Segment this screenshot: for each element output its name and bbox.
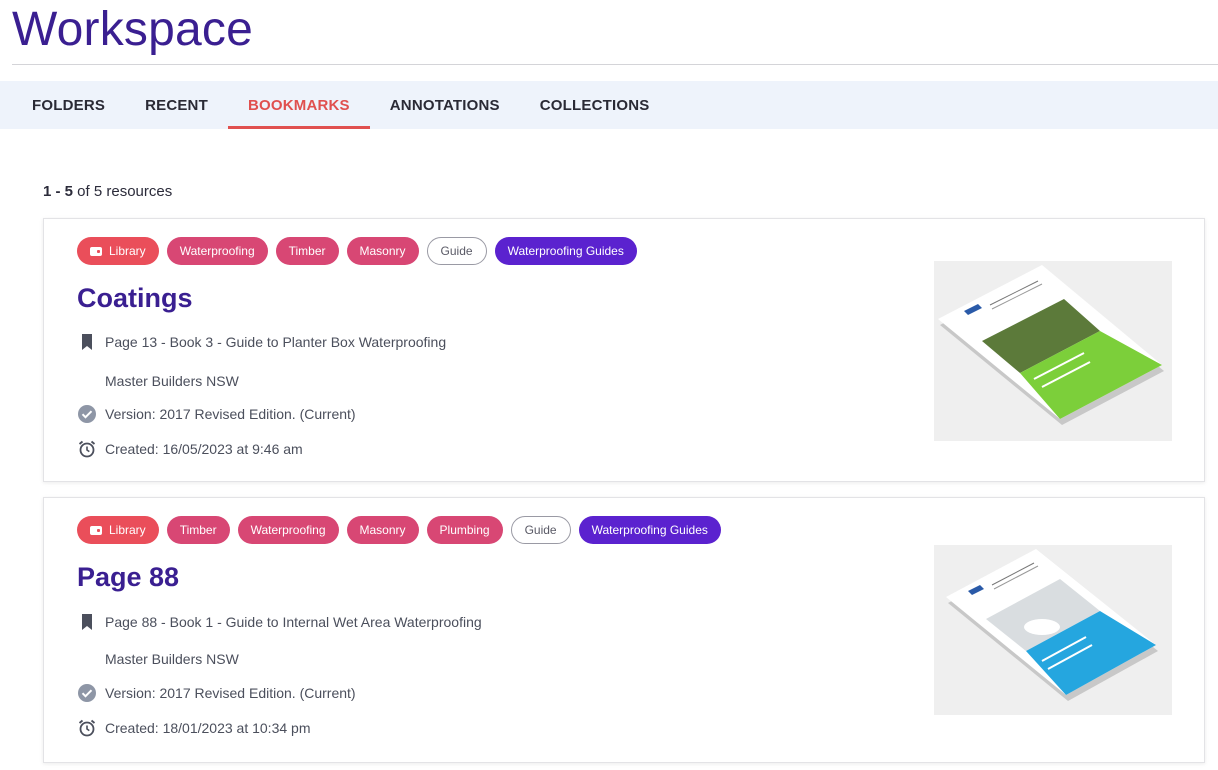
tag-library[interactable]: Library	[77, 237, 159, 265]
title-divider	[12, 64, 1218, 65]
tab-folders[interactable]: FOLDERS	[12, 81, 125, 129]
book-cover-thumbnail[interactable]	[934, 261, 1172, 441]
bookmark-row: Page 88 - Book 1 - Guide to Internal Wet…	[77, 612, 482, 632]
results-count: 1 - 5 of 5 resources	[43, 183, 172, 200]
bookmark-row: Page 13 - Book 3 - Guide to Planter Box …	[77, 332, 446, 352]
tag-label: Library	[109, 244, 146, 258]
created-text: Created: 18/01/2023 at 10:34 pm	[105, 720, 311, 736]
version-text: Version: 2017 Revised Edition. (Current)	[105, 685, 356, 701]
tag-plumbing[interactable]: Plumbing	[426, 516, 503, 544]
bookmark-text[interactable]: Page 13 - Book 3 - Guide to Planter Box …	[105, 334, 446, 350]
tag-masonry[interactable]: Masonry	[346, 516, 419, 544]
created-row: Created: 16/05/2023 at 9:46 am	[77, 439, 303, 459]
bookmark-icon	[77, 612, 97, 632]
tag-timber[interactable]: Timber	[275, 237, 339, 265]
version-row: Version: 2017 Revised Edition. (Current)	[77, 404, 356, 424]
tag-library[interactable]: Library	[77, 516, 159, 544]
tab-collections[interactable]: COLLECTIONS	[520, 81, 670, 129]
publisher-text: Master Builders NSW	[105, 373, 239, 389]
tag-list: Library Waterproofing Timber Masonry Gui…	[77, 237, 637, 265]
page-title: Workspace	[12, 3, 254, 56]
version-text: Version: 2017 Revised Edition. (Current)	[105, 406, 356, 422]
bookmark-icon	[77, 332, 97, 352]
tag-waterproofing[interactable]: Waterproofing	[237, 516, 339, 544]
tab-annotations[interactable]: ANNOTATIONS	[370, 81, 520, 129]
alarm-clock-icon	[77, 439, 97, 459]
tag-guide[interactable]: Guide	[510, 516, 571, 544]
publisher-text: Master Builders NSW	[105, 651, 239, 667]
resource-card[interactable]: Library Timber Waterproofing Masonry Plu…	[43, 497, 1205, 763]
publisher-row: Master Builders NSW	[77, 651, 239, 667]
tag-waterproofing[interactable]: Waterproofing	[166, 237, 268, 265]
library-icon	[90, 525, 102, 535]
alarm-clock-icon	[77, 718, 97, 738]
tag-waterproofing-guides[interactable]: Waterproofing Guides	[578, 516, 721, 544]
card-title[interactable]: Coatings	[77, 283, 193, 314]
bookmark-text[interactable]: Page 88 - Book 1 - Guide to Internal Wet…	[105, 614, 482, 630]
card-title[interactable]: Page 88	[77, 562, 179, 593]
tab-bookmarks[interactable]: BOOKMARKS	[227, 81, 370, 129]
check-circle-icon	[77, 683, 97, 703]
tag-masonry[interactable]: Masonry	[346, 237, 419, 265]
version-row: Version: 2017 Revised Edition. (Current)	[77, 683, 356, 703]
tag-waterproofing-guides[interactable]: Waterproofing Guides	[494, 237, 637, 265]
tag-list: Library Timber Waterproofing Masonry Plu…	[77, 516, 721, 544]
workspace-tabs: FOLDERS RECENT BOOKMARKS ANNOTATIONS COL…	[0, 81, 1218, 129]
book-cover-thumbnail[interactable]	[934, 545, 1172, 715]
resource-card[interactable]: Library Waterproofing Timber Masonry Gui…	[43, 218, 1205, 482]
tag-guide[interactable]: Guide	[426, 237, 487, 265]
created-row: Created: 18/01/2023 at 10:34 pm	[77, 718, 310, 738]
results-suffix: of 5 resources	[73, 183, 173, 200]
created-text: Created: 16/05/2023 at 9:46 am	[105, 441, 303, 457]
tag-timber[interactable]: Timber	[166, 516, 230, 544]
results-range: 1 - 5	[43, 183, 74, 200]
tag-label: Library	[109, 523, 146, 537]
check-circle-icon	[77, 404, 97, 424]
publisher-row: Master Builders NSW	[77, 373, 239, 389]
tab-recent[interactable]: RECENT	[125, 81, 228, 129]
library-icon	[90, 246, 102, 256]
